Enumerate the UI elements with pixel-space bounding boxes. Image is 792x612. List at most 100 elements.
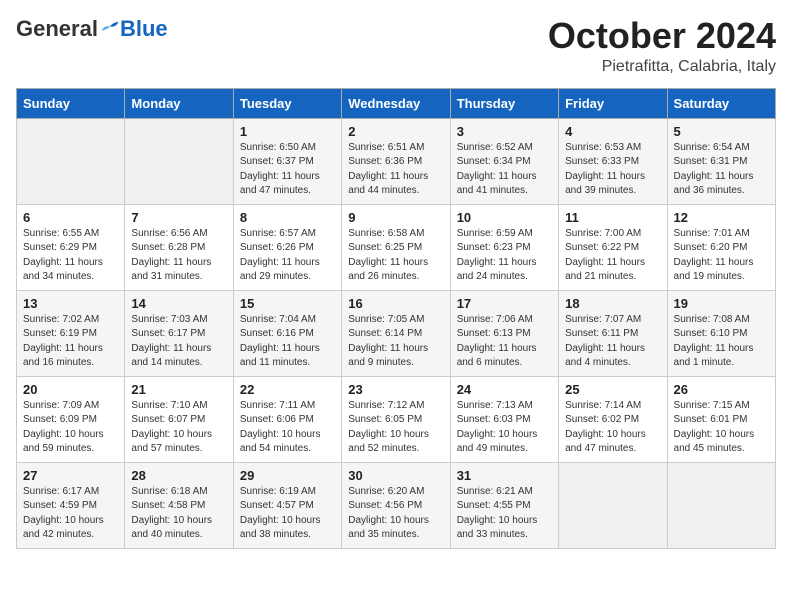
calendar-body: 1 Sunrise: 6:50 AMSunset: 6:37 PMDaylight…	[17, 118, 776, 548]
logo-blue-text: Blue	[120, 16, 168, 42]
calendar-cell: 16 Sunrise: 7:05 AMSunset: 6:14 PMDayligh…	[342, 290, 450, 376]
calendar-cell: 4Sunrise: 6:53 AMSunset: 6:33 PMDaylight…	[559, 118, 667, 204]
day-info: Sunrise: 6:50 AMSunset: 6:37 PMDaylight:…	[240, 141, 335, 199]
day-info: Sunrise: 6:59 AMSunset: 6:23 PMDaylight:…	[457, 227, 552, 285]
day-number: 25	[565, 382, 660, 397]
day-info: Sunrise: 7:06 AMSunset: 6:13 PMDaylight:…	[457, 313, 552, 371]
day-number: 24	[457, 382, 552, 397]
calendar-cell: 12 Sunrise: 7:01 AMSunset: 6:20 PMDayligh…	[667, 204, 775, 290]
calendar-cell: 18 Sunrise: 7:07 AMSunset: 6:11 PMDayligh…	[559, 290, 667, 376]
month-title: October 2024	[548, 16, 776, 56]
day-number: 10	[457, 210, 552, 225]
day-info: Sunrise: 6:21 AMSunset: 4:55 PMDaylight:…	[457, 485, 552, 543]
calendar-cell: 31 Sunrise: 6:21 AMSunset: 4:55 PMDayligh…	[450, 462, 558, 548]
weekday-header-thursday: Thursday	[450, 88, 558, 118]
day-info: Sunrise: 7:13 AMSunset: 6:03 PMDaylight:…	[457, 399, 552, 457]
day-number: 27	[23, 468, 118, 483]
day-number: 22	[240, 382, 335, 397]
day-info: Sunrise: 6:20 AMSunset: 4:56 PMDaylight:…	[348, 485, 443, 543]
day-number: 8	[240, 210, 335, 225]
day-number: 17	[457, 296, 552, 311]
calendar-cell: 25 Sunrise: 7:14 AMSunset: 6:02 PMDayligh…	[559, 376, 667, 462]
day-number: 26	[674, 382, 769, 397]
weekday-header-monday: Monday	[125, 88, 233, 118]
calendar-cell: 9 Sunrise: 6:58 AMSunset: 6:25 PMDaylight…	[342, 204, 450, 290]
day-number: 1	[240, 124, 335, 139]
day-info: Sunrise: 6:19 AMSunset: 4:57 PMDaylight:…	[240, 485, 335, 543]
day-number: 13	[23, 296, 118, 311]
day-info: Sunrise: 6:58 AMSunset: 6:25 PMDaylight:…	[348, 227, 443, 285]
logo-bird-icon	[100, 20, 120, 38]
weekday-header-saturday: Saturday	[667, 88, 775, 118]
day-info: Sunrise: 6:54 AMSunset: 6:31 PMDaylight:…	[674, 141, 769, 199]
calendar-cell: 23 Sunrise: 7:12 AMSunset: 6:05 PMDayligh…	[342, 376, 450, 462]
day-number: 18	[565, 296, 660, 311]
day-info: Sunrise: 7:09 AMSunset: 6:09 PMDaylight:…	[23, 399, 118, 457]
day-number: 7	[131, 210, 226, 225]
day-number: 28	[131, 468, 226, 483]
day-info: Sunrise: 7:01 AMSunset: 6:20 PMDaylight:…	[674, 227, 769, 285]
logo: General Blue	[16, 16, 168, 42]
day-number: 19	[674, 296, 769, 311]
calendar-cell: 2Sunrise: 6:51 AMSunset: 6:36 PMDaylight…	[342, 118, 450, 204]
weekday-header-wednesday: Wednesday	[342, 88, 450, 118]
calendar-cell	[125, 118, 233, 204]
calendar-cell: 20 Sunrise: 7:09 AMSunset: 6:09 PMDayligh…	[17, 376, 125, 462]
weekday-header-sunday: Sunday	[17, 88, 125, 118]
day-info: Sunrise: 7:10 AMSunset: 6:07 PMDaylight:…	[131, 399, 226, 457]
calendar-cell: 11 Sunrise: 7:00 AMSunset: 6:22 PMDayligh…	[559, 204, 667, 290]
day-number: 11	[565, 210, 660, 225]
day-info: Sunrise: 7:12 AMSunset: 6:05 PMDaylight:…	[348, 399, 443, 457]
calendar-cell: 3Sunrise: 6:52 AMSunset: 6:34 PMDaylight…	[450, 118, 558, 204]
calendar-cell: 13 Sunrise: 7:02 AMSunset: 6:19 PMDayligh…	[17, 290, 125, 376]
day-info: Sunrise: 6:52 AMSunset: 6:34 PMDaylight:…	[457, 141, 552, 199]
calendar-cell: 30 Sunrise: 6:20 AMSunset: 4:56 PMDayligh…	[342, 462, 450, 548]
page-header: General Blue October 2024 Pietrafitta, C…	[16, 16, 776, 76]
day-number: 16	[348, 296, 443, 311]
title-block: October 2024 Pietrafitta, Calabria, Ital…	[548, 16, 776, 76]
calendar-cell: 22 Sunrise: 7:11 AMSunset: 6:06 PMDayligh…	[233, 376, 341, 462]
calendar-cell: 19 Sunrise: 7:08 AMSunset: 6:10 PMDayligh…	[667, 290, 775, 376]
day-info: Sunrise: 6:17 AMSunset: 4:59 PMDaylight:…	[23, 485, 118, 543]
weekday-header-tuesday: Tuesday	[233, 88, 341, 118]
calendar-cell: 10 Sunrise: 6:59 AMSunset: 6:23 PMDayligh…	[450, 204, 558, 290]
calendar-week-3: 13 Sunrise: 7:02 AMSunset: 6:19 PMDayligh…	[17, 290, 776, 376]
calendar-cell: 21 Sunrise: 7:10 AMSunset: 6:07 PMDayligh…	[125, 376, 233, 462]
day-info: Sunrise: 7:02 AMSunset: 6:19 PMDaylight:…	[23, 313, 118, 371]
calendar-week-1: 1 Sunrise: 6:50 AMSunset: 6:37 PMDaylight…	[17, 118, 776, 204]
day-number: 20	[23, 382, 118, 397]
calendar-cell: 14Sunrise: 7:03 AMSunset: 6:17 PMDayligh…	[125, 290, 233, 376]
day-number: 12	[674, 210, 769, 225]
day-info: Sunrise: 7:05 AMSunset: 6:14 PMDaylight:…	[348, 313, 443, 371]
day-info: Sunrise: 6:56 AMSunset: 6:28 PMDaylight:…	[131, 227, 226, 285]
day-info: Sunrise: 7:07 AMSunset: 6:11 PMDaylight:…	[565, 313, 660, 371]
day-number: 6	[23, 210, 118, 225]
logo-general-text: General	[16, 16, 98, 42]
calendar-table: SundayMondayTuesdayWednesdayThursdayFrid…	[16, 88, 776, 549]
day-info: Sunrise: 7:14 AMSunset: 6:02 PMDaylight:…	[565, 399, 660, 457]
calendar-cell: 29Sunrise: 6:19 AMSunset: 4:57 PMDayligh…	[233, 462, 341, 548]
day-number: 9	[348, 210, 443, 225]
day-info: Sunrise: 7:00 AMSunset: 6:22 PMDaylight:…	[565, 227, 660, 285]
day-number: 31	[457, 468, 552, 483]
calendar-cell: 6Sunrise: 6:55 AMSunset: 6:29 PMDaylight…	[17, 204, 125, 290]
day-info: Sunrise: 6:53 AMSunset: 6:33 PMDaylight:…	[565, 141, 660, 199]
day-info: Sunrise: 7:11 AMSunset: 6:06 PMDaylight:…	[240, 399, 335, 457]
day-info: Sunrise: 7:04 AMSunset: 6:16 PMDaylight:…	[240, 313, 335, 371]
day-number: 23	[348, 382, 443, 397]
calendar-cell: 5Sunrise: 6:54 AMSunset: 6:31 PMDaylight…	[667, 118, 775, 204]
day-info: Sunrise: 7:03 AMSunset: 6:17 PMDaylight:…	[131, 313, 226, 371]
day-info: Sunrise: 6:51 AMSunset: 6:36 PMDaylight:…	[348, 141, 443, 199]
calendar-cell: 1 Sunrise: 6:50 AMSunset: 6:37 PMDaylight…	[233, 118, 341, 204]
day-info: Sunrise: 7:08 AMSunset: 6:10 PMDaylight:…	[674, 313, 769, 371]
calendar-cell: 7 Sunrise: 6:56 AMSunset: 6:28 PMDaylight…	[125, 204, 233, 290]
calendar-week-2: 6Sunrise: 6:55 AMSunset: 6:29 PMDaylight…	[17, 204, 776, 290]
day-number: 30	[348, 468, 443, 483]
calendar-header: SundayMondayTuesdayWednesdayThursdayFrid…	[17, 88, 776, 118]
weekday-row: SundayMondayTuesdayWednesdayThursdayFrid…	[17, 88, 776, 118]
day-number: 21	[131, 382, 226, 397]
day-info: Sunrise: 6:18 AMSunset: 4:58 PMDaylight:…	[131, 485, 226, 543]
calendar-cell: 24 Sunrise: 7:13 AMSunset: 6:03 PMDayligh…	[450, 376, 558, 462]
calendar-cell	[559, 462, 667, 548]
calendar-week-5: 27 Sunrise: 6:17 AMSunset: 4:59 PMDayligh…	[17, 462, 776, 548]
